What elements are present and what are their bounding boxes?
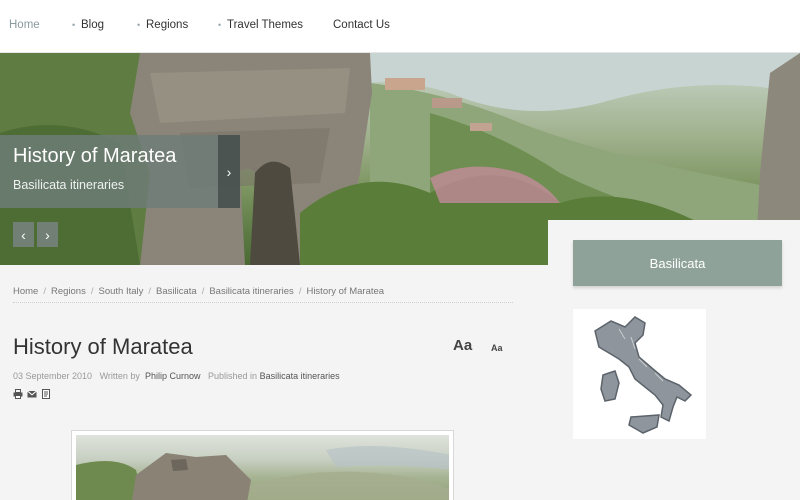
chevron-left-icon: ‹ bbox=[21, 226, 26, 243]
nav-regions-label: Regions bbox=[146, 19, 189, 31]
bullet-icon: • bbox=[218, 20, 222, 30]
sidebar-module-title: Basilicata bbox=[573, 240, 782, 286]
breadcrumb-home[interactable]: Home bbox=[13, 286, 38, 297]
breadcrumb-separator: / bbox=[201, 286, 205, 297]
article-image-frame bbox=[71, 430, 454, 500]
bullet-icon: • bbox=[137, 20, 141, 30]
email-icon[interactable] bbox=[27, 389, 37, 399]
breadcrumb-separator: / bbox=[148, 286, 152, 297]
ruins-photo bbox=[76, 446, 449, 500]
font-size-smaller-button[interactable]: Aa bbox=[491, 343, 503, 353]
article-title: History of Maratea bbox=[13, 334, 193, 359]
nav-contact-us[interactable]: Contact Us bbox=[333, 19, 390, 31]
nav-travel-themes[interactable]: • Travel Themes bbox=[218, 19, 304, 31]
nav-home[interactable]: Home bbox=[9, 19, 40, 31]
print-icon[interactable] bbox=[13, 389, 23, 399]
nav-blog-label: Blog bbox=[81, 19, 105, 31]
article-meta: 03 September 2010 Written by Philip Curn… bbox=[13, 371, 340, 381]
slide-next-button[interactable]: › bbox=[37, 222, 58, 247]
article-tools bbox=[13, 389, 51, 399]
breadcrumb-regions[interactable]: Regions bbox=[51, 286, 86, 297]
breadcrumb-current: History of Maratea bbox=[306, 286, 385, 297]
breadcrumb: Home / Regions / South Italy / Basilicata / Basi… bbox=[13, 286, 384, 297]
nav-blog[interactable]: • Blog bbox=[72, 19, 105, 31]
breadcrumb-separator: / bbox=[298, 286, 302, 297]
breadcrumb-basilicata-itineraries[interactable]: Basilicata itineraries bbox=[209, 286, 293, 297]
italy-map-icon[interactable] bbox=[573, 309, 706, 439]
breadcrumb-basilicata[interactable]: Basilicata bbox=[156, 286, 197, 297]
pdf-icon[interactable] bbox=[41, 389, 51, 399]
chevron-right-icon: › bbox=[226, 163, 232, 180]
slide-prev-button[interactable]: ‹ bbox=[13, 222, 34, 247]
breadcrumb-south-italy[interactable]: South Italy bbox=[98, 286, 143, 297]
slide-read-more-button[interactable]: › bbox=[218, 135, 240, 208]
article-image bbox=[76, 435, 449, 500]
written-by-label: Written by bbox=[99, 371, 140, 381]
article-category-link[interactable]: Basilicata itineraries bbox=[260, 371, 340, 381]
italy-map-graphic bbox=[594, 316, 693, 434]
slide-subtitle[interactable]: Basilicata itineraries bbox=[13, 178, 124, 192]
chevron-right-icon: › bbox=[45, 226, 50, 243]
font-size-larger-button[interactable]: Aa bbox=[453, 337, 472, 354]
slide-title[interactable]: History of Maratea bbox=[13, 145, 176, 168]
nav-travel-themes-label: Travel Themes bbox=[227, 19, 304, 31]
breadcrumb-separator: / bbox=[43, 286, 46, 297]
bullet-icon: • bbox=[72, 20, 76, 30]
article-author: Philip Curnow bbox=[144, 371, 201, 381]
breadcrumb-separator: / bbox=[90, 286, 94, 297]
published-in-label: Published in bbox=[208, 371, 258, 381]
breadcrumb-divider bbox=[13, 302, 513, 303]
top-navigation: Home • Blog • Regions • Travel Themes Conta… bbox=[0, 0, 800, 53]
nav-regions[interactable]: • Regions bbox=[137, 19, 189, 31]
article-date: 03 September 2010 bbox=[13, 371, 93, 381]
